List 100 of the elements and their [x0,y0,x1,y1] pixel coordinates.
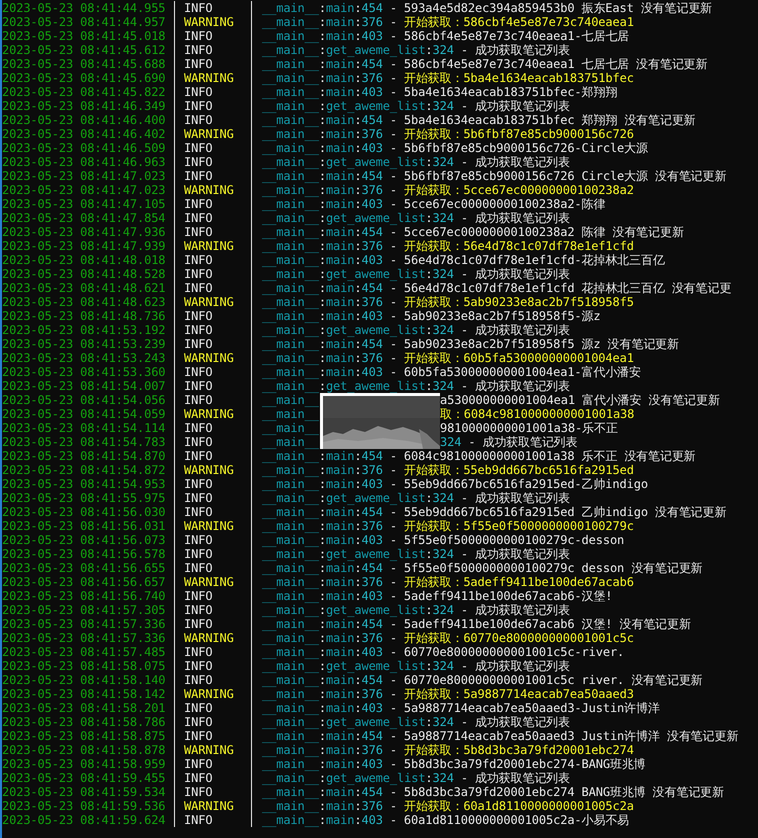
log-dash: - [390,687,397,701]
log-level: INFO [184,547,212,561]
log-message: 开始获取：60b5fa530000000001004ea1 [404,351,634,365]
log-function: get_aweme_list [326,659,426,673]
log-line-number: 324 [432,267,454,281]
colon: : [354,617,362,631]
log-timestamp: 2023-05-23 08:41:47.939 [2,239,166,253]
log-dash: - [460,155,468,169]
log-function: main [326,477,354,491]
colon: : [318,743,326,757]
log-level: INFO [184,281,212,295]
log-function: main [326,449,354,463]
log-dash: - [390,813,397,827]
log-timestamp: 2023-05-23 08:41:57.336 [2,617,166,631]
log-module: __main__ [262,799,319,813]
colon: : [318,71,326,85]
log-line-number: 376 [361,519,383,533]
log-message: 成功获取笔记列表 [474,379,570,393]
colon: : [425,491,433,505]
log-line-number: 376 [361,15,383,29]
log-function: main [326,673,354,687]
log-dash: - [390,589,397,603]
log-module: __main__ [262,169,319,183]
log-line-number: 403 [361,533,383,547]
colon: : [318,561,326,575]
log-level: INFO [184,85,212,99]
log-function: get_aweme_list [326,771,426,785]
log-function: main [326,519,354,533]
log-module: __main__ [262,757,319,771]
log-dash: - [390,29,397,43]
log-line-number: 324 [432,547,454,561]
log-line-number: 454 [361,617,383,631]
log-message: 成功获取笔记列表 [482,435,578,449]
log-level: INFO [184,141,212,155]
colon: : [318,547,326,561]
colon: : [318,15,326,29]
log-timestamp: 2023-05-23 08:41:45.688 [2,57,166,71]
log-dash: - [468,435,476,449]
colon: : [425,211,433,225]
colon: : [318,701,326,715]
log-message: 586cbf4e5e87e73c740eaea1 七居七居 没有笔记更新 [404,57,708,71]
log-line-number: 403 [361,253,383,267]
log-message: 5b6fbf87e85cb9000156c726-Circle大源 [404,141,648,155]
colon: : [318,813,326,827]
log-module: __main__ [262,715,319,729]
log-function: main [326,813,354,827]
colon: : [318,617,326,631]
log-message: 成功获取笔记列表 [474,267,570,281]
log-level: WARNING [184,799,234,813]
log-timestamp: 2023-05-23 08:41:45.822 [2,85,166,99]
log-timestamp: 2023-05-23 08:41:53.192 [2,323,166,337]
log-dash: - [390,141,397,155]
log-module: __main__ [262,729,319,743]
colon: : [354,197,362,211]
log-timestamp: 2023-05-23 08:41:56.578 [2,547,166,561]
log-dash: - [390,15,397,29]
log-line-number: 403 [361,365,383,379]
log-timestamp: 2023-05-23 08:41:46.963 [2,155,166,169]
colon: : [318,379,326,393]
log-function: main [326,309,354,323]
colon: : [318,197,326,211]
log-timestamp: 2023-05-23 08:41:56.031 [2,519,166,533]
log-timestamp: 2023-05-23 08:41:59.455 [2,771,166,785]
colon: : [318,533,326,547]
log-line-number: 403 [361,813,383,827]
colon: : [354,225,362,239]
log-module: __main__ [262,533,319,547]
log-module: __main__ [262,141,319,155]
log-module: __main__ [262,771,319,785]
log-dash: - [390,253,397,267]
log-line-number: 403 [361,141,383,155]
log-timestamp: 2023-05-23 08:41:57.305 [2,603,166,617]
log-level: INFO [184,57,212,71]
log-dash: - [390,309,397,323]
log-message: 55eb9dd667bc6516fa2915ed-乙帅indigo [404,477,648,491]
log-level: WARNING [184,631,234,645]
log-function: main [326,365,354,379]
log-message: 成功获取笔记列表 [474,715,570,729]
log-level: INFO [184,365,212,379]
colon: : [354,673,362,687]
colon: : [318,1,326,15]
log-module: __main__ [262,127,319,141]
log-module: __main__ [262,29,319,43]
log-timestamp: 2023-05-23 08:41:48.623 [2,295,166,309]
colon: : [354,169,362,183]
log-dash: - [390,505,397,519]
log-timestamp: 2023-05-23 08:41:58.959 [2,757,166,771]
log-level: INFO [184,309,212,323]
log-dash: - [390,785,397,799]
colon: : [318,631,326,645]
log-module: __main__ [262,603,319,617]
log-level: INFO [184,421,212,435]
log-function: main [326,351,354,365]
log-dash: - [390,281,397,295]
log-timestamp: 2023-05-23 08:41:53.239 [2,337,166,351]
colon: : [318,127,326,141]
log-module: __main__ [262,85,319,99]
log-line-number: 454 [361,729,383,743]
log-module: __main__ [262,15,319,29]
log-module: __main__ [262,113,319,127]
